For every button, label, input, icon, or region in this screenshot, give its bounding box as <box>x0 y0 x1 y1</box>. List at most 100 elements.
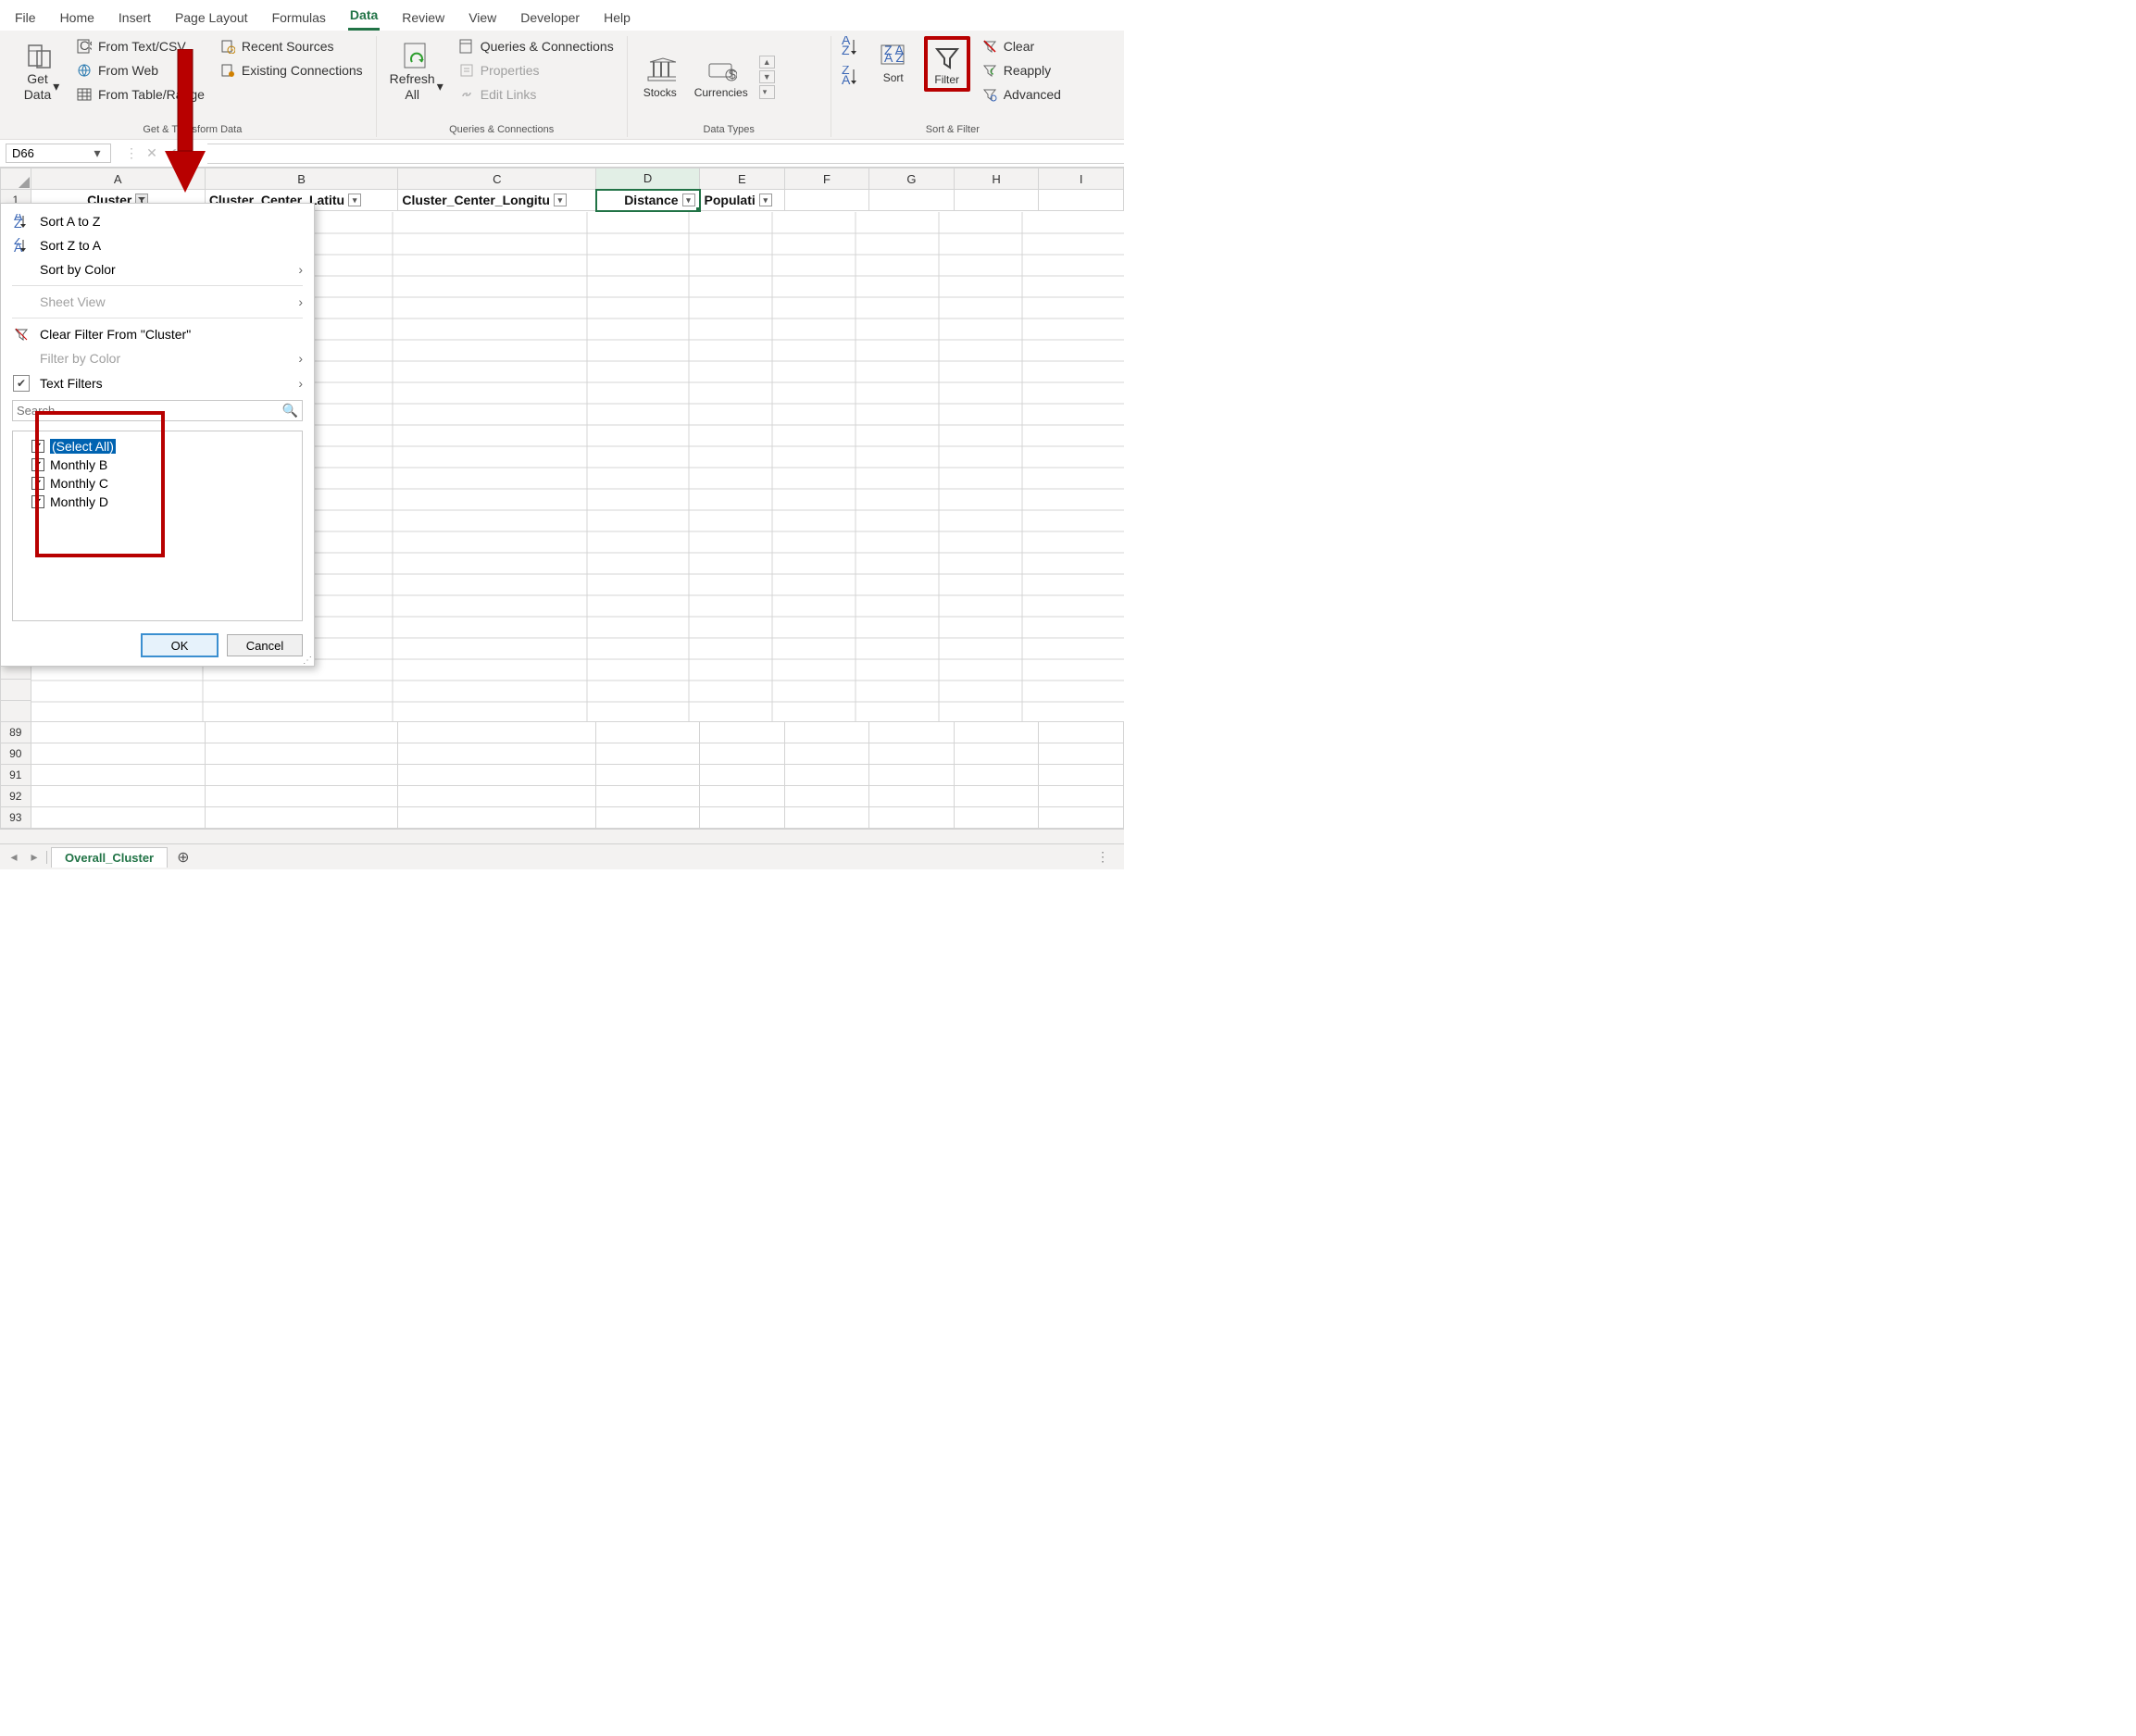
recent-sources-button[interactable]: Recent Sources <box>216 36 367 56</box>
header-cell-population[interactable]: Populati ▾ <box>700 190 785 211</box>
search-icon: 🔍 <box>282 403 298 418</box>
filter-search-input[interactable] <box>17 404 282 418</box>
refresh-all-button[interactable]: Refresh All▾ <box>386 36 447 106</box>
sheet-tab-overall-cluster[interactable]: Overall_Cluster <box>51 847 168 868</box>
col-header-C[interactable]: C <box>398 169 596 190</box>
get-data-icon <box>26 40 57 71</box>
accept-entry-icon[interactable]: ✔ <box>165 145 180 161</box>
row-header-91[interactable]: 91 <box>1 765 31 786</box>
tab-review[interactable]: Review <box>400 6 446 31</box>
chevron-right-icon: › <box>298 376 303 391</box>
col-header-H[interactable]: H <box>954 169 1039 190</box>
name-box-input[interactable] <box>6 144 90 162</box>
cancel-button[interactable]: Cancel <box>227 634 303 656</box>
name-box[interactable]: ▾ <box>6 144 111 163</box>
filter-dropdown-population[interactable]: ▾ <box>759 194 772 206</box>
tab-data[interactable]: Data <box>348 4 380 31</box>
from-table-range-button[interactable]: From Table/Range <box>72 84 208 105</box>
filter-button[interactable]: Filter <box>924 36 970 92</box>
checkbox-icon[interactable] <box>31 495 44 508</box>
tab-developer[interactable]: Developer <box>518 6 581 31</box>
tab-view[interactable]: View <box>467 6 498 31</box>
row-header-90[interactable]: 90 <box>1 743 31 765</box>
filter-dropdown-longitude[interactable]: ▾ <box>554 194 567 206</box>
checkbox-icon[interactable] <box>31 477 44 490</box>
group-queries-connections: Refresh All▾ Queries & Connections Prope… <box>377 36 628 137</box>
resize-grip-icon[interactable]: ⋰ <box>303 656 312 666</box>
properties-icon <box>458 62 475 79</box>
formula-input[interactable] <box>207 144 1124 164</box>
existing-connections-button[interactable]: Existing Connections <box>216 60 367 81</box>
from-web-button[interactable]: From Web <box>72 60 208 81</box>
clear-filter-button[interactable]: Clear <box>978 36 1065 56</box>
row-header-89[interactable]: 89 <box>1 722 31 743</box>
tab-help[interactable]: Help <box>602 6 632 31</box>
row-header-93[interactable]: 93 <box>1 807 31 829</box>
tab-file[interactable]: File <box>13 6 38 31</box>
get-data-button[interactable]: Get Data▾ <box>19 36 65 106</box>
gallery-up-icon[interactable]: ▲ <box>759 56 775 69</box>
sort-asc-small-icon[interactable]: AZ <box>841 36 863 58</box>
col-header-F[interactable]: F <box>784 169 869 190</box>
col-header-D[interactable]: D <box>596 169 700 190</box>
clear-filter-from[interactable]: Clear Filter From "Cluster" <box>1 322 314 346</box>
sort-by-color[interactable]: Sort by Color › <box>1 257 314 281</box>
sort-ascending[interactable]: AZ Sort A to Z <box>1 209 314 233</box>
sort-desc-small-icon[interactable]: ZA <box>841 66 863 88</box>
header-cell-distance[interactable]: Distance ▾ <box>596 190 700 211</box>
group-label-get-transform: Get & Transform Data <box>19 119 367 137</box>
col-header-A[interactable]: A <box>31 169 205 190</box>
tab-page-layout[interactable]: Page Layout <box>173 6 250 31</box>
sheet-tab-options-icon[interactable]: ⋮ <box>1096 849 1118 865</box>
filter-item-monthly-d[interactable]: Monthly D <box>20 493 294 511</box>
col-header-G[interactable]: G <box>869 169 955 190</box>
filter-item-monthly-c[interactable]: Monthly C <box>20 474 294 493</box>
cancel-entry-icon[interactable]: ✕ <box>144 145 159 161</box>
checkbox-icon[interactable] <box>31 458 44 471</box>
tab-insert[interactable]: Insert <box>117 6 153 31</box>
web-icon <box>76 62 93 79</box>
currencies-button[interactable]: $ Currencies <box>691 51 752 103</box>
queries-connections-button[interactable]: Queries & Connections <box>455 36 618 56</box>
ok-button[interactable]: OK <box>142 634 218 656</box>
name-box-dropdown-icon[interactable]: ▾ <box>90 145 105 161</box>
filter-item-select-all[interactable]: (Select All) <box>20 437 294 456</box>
from-text-csv-button[interactable]: CSV From Text/CSV <box>72 36 208 56</box>
advanced-filter-button[interactable]: Advanced <box>978 84 1065 105</box>
ribbon-tabs: File Home Insert Page Layout Formulas Da… <box>0 0 1124 31</box>
recent-icon <box>219 38 236 55</box>
filter-item-monthly-b[interactable]: Monthly B <box>20 456 294 474</box>
horizontal-scrollbar[interactable] <box>0 829 1124 843</box>
svg-text:A: A <box>14 240 23 253</box>
filter-dropdown-distance[interactable]: ▾ <box>682 194 695 206</box>
chevron-down-icon: ▾ <box>53 79 59 94</box>
gallery-down-icon[interactable]: ▼ <box>759 70 775 83</box>
checkbox-icon[interactable] <box>31 440 44 453</box>
row-header-92[interactable]: 92 <box>1 786 31 807</box>
select-all-corner[interactable] <box>1 169 31 190</box>
sheet-tab-bar: ◂ ▸ Overall_Cluster ⊕ ⋮ <box>0 843 1124 869</box>
col-header-I[interactable]: I <box>1039 169 1124 190</box>
currencies-icon: $ <box>706 55 737 86</box>
col-header-E[interactable]: E <box>700 169 785 190</box>
sheet-nav-next[interactable]: ▸ <box>26 849 43 865</box>
text-filters[interactable]: ✔ Text Filters › <box>1 370 314 396</box>
col-header-B[interactable]: B <box>205 169 398 190</box>
edit-links-icon <box>458 86 475 103</box>
sort-descending[interactable]: ZA Sort Z to A <box>1 233 314 257</box>
reapply-button[interactable]: Reapply <box>978 60 1065 81</box>
tab-formulas[interactable]: Formulas <box>270 6 328 31</box>
fx-icon[interactable]: fx <box>185 147 200 160</box>
tab-home[interactable]: Home <box>58 6 96 31</box>
more-menu-icon[interactable]: ⋮ <box>124 145 139 161</box>
gallery-more-icon[interactable]: ▾ <box>759 85 775 99</box>
reapply-icon <box>981 62 998 79</box>
stocks-button[interactable]: Stocks <box>637 51 683 103</box>
filter-search-box[interactable]: 🔍 <box>12 400 303 421</box>
sheet-nav-prev[interactable]: ◂ <box>6 849 22 865</box>
filter-dropdown-latitude[interactable]: ▾ <box>348 194 361 206</box>
sort-button[interactable]: Z AA Z Sort <box>870 36 917 88</box>
add-sheet-button[interactable]: ⊕ <box>177 848 189 867</box>
header-cell-longitude[interactable]: Cluster_Center_Longitu ▾ <box>398 190 596 211</box>
filter-values-list[interactable]: (Select All) Monthly B Monthly C Monthly… <box>12 431 303 621</box>
